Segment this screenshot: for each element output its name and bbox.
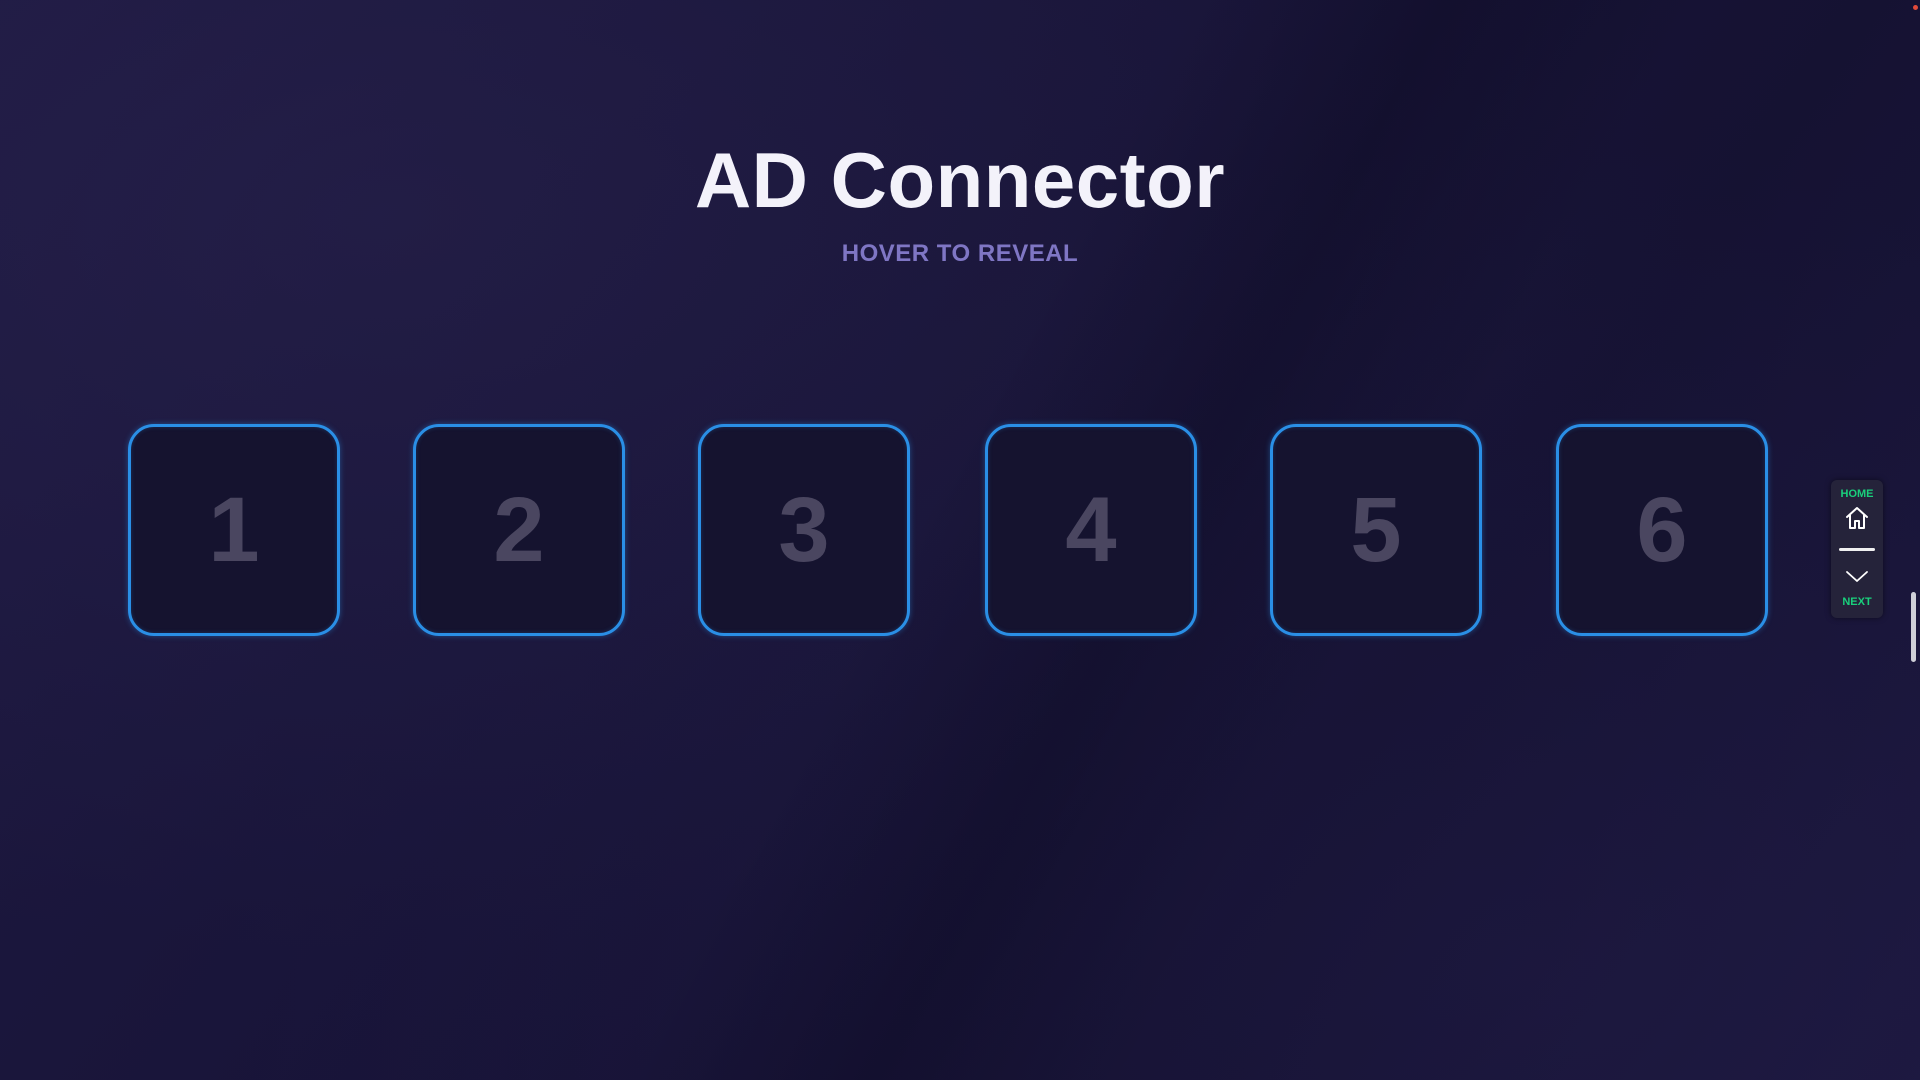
card-number: 1 bbox=[208, 479, 260, 581]
page-subtitle: HOVER TO REVEAL bbox=[841, 240, 1079, 267]
slide-nav-widget: HOME NEXT bbox=[1831, 480, 1883, 618]
card-number: 6 bbox=[1636, 479, 1688, 581]
card-number: 5 bbox=[1350, 479, 1402, 581]
reveal-card-2[interactable]: 2 bbox=[413, 424, 625, 636]
page-title: AD Connector bbox=[694, 136, 1226, 224]
next-label[interactable]: NEXT bbox=[1831, 596, 1883, 608]
card-number: 2 bbox=[493, 479, 545, 581]
chevron-down-icon[interactable] bbox=[1845, 568, 1869, 584]
status-dot bbox=[1913, 5, 1918, 10]
reveal-card-6[interactable]: 6 bbox=[1556, 424, 1768, 636]
reveal-card-1[interactable]: 1 bbox=[128, 424, 340, 636]
card-row: 1 2 3 4 5 6 bbox=[128, 424, 1770, 636]
scrollbar-thumb[interactable] bbox=[1911, 592, 1916, 662]
nav-divider bbox=[1839, 548, 1875, 551]
reveal-card-4[interactable]: 4 bbox=[985, 424, 1197, 636]
card-number: 3 bbox=[778, 479, 830, 581]
card-number: 4 bbox=[1065, 479, 1117, 581]
home-label[interactable]: HOME bbox=[1831, 488, 1883, 500]
home-icon[interactable] bbox=[1844, 505, 1870, 531]
reveal-card-5[interactable]: 5 bbox=[1270, 424, 1482, 636]
reveal-card-3[interactable]: 3 bbox=[698, 424, 910, 636]
